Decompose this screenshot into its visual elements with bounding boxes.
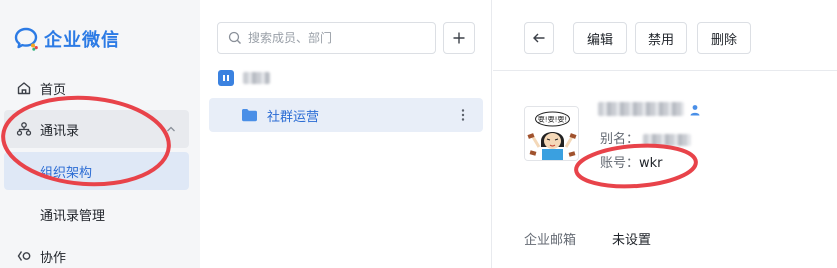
nav-home-label: 首页 xyxy=(40,82,67,98)
home-icon xyxy=(16,80,32,96)
dept-name: 社群运营 xyxy=(267,109,320,125)
email-row: 企业邮箱 未设置 xyxy=(524,229,651,248)
company-name-redacted xyxy=(243,72,270,84)
folder-icon xyxy=(242,109,257,122)
more-vertical-icon[interactable] xyxy=(455,107,471,123)
chevron-up-icon xyxy=(167,126,175,132)
nav-home[interactable]: 首页 xyxy=(4,69,189,107)
nav-contacts-manage-label: 通讯录管理 xyxy=(40,208,106,224)
sidebar: 企业微信 首页 通讯录 组织架构 通讯录管理 协作 xyxy=(0,0,200,268)
person-icon xyxy=(690,105,700,116)
nav-org-structure-label: 组织架构 xyxy=(40,165,93,181)
add-button[interactable] xyxy=(443,22,475,54)
nav-collab-label: 协作 xyxy=(40,250,67,266)
org-tree-panel: 社群运营 xyxy=(200,0,492,268)
org-root[interactable] xyxy=(218,70,270,86)
cartoon-avatar-icon: 耍!耍!耍! xyxy=(525,107,578,160)
company-icon xyxy=(218,70,234,86)
alias-value-redacted xyxy=(643,133,692,146)
divider xyxy=(493,70,837,71)
org-chart-icon xyxy=(16,121,32,137)
plus-icon xyxy=(453,32,465,44)
wecom-logo-icon xyxy=(14,27,38,51)
nav-contacts-manage[interactable]: 通讯录管理 xyxy=(4,195,189,233)
arrow-left-icon xyxy=(533,33,545,43)
member-detail: 编辑 禁用 删除 耍!耍!耍! 别名： 账号：wkr 企业邮箱 未设置 xyxy=(493,0,837,268)
avatar-badge-text: 耍!耍!耍! xyxy=(538,116,567,124)
brand: 企业微信 xyxy=(14,26,120,52)
collab-icon xyxy=(16,248,32,264)
delete-button[interactable]: 删除 xyxy=(697,22,751,54)
account-label: 账号： xyxy=(600,156,640,171)
nav-contacts-label: 通讯录 xyxy=(40,123,80,139)
nav-contacts[interactable]: 通讯录 xyxy=(4,110,189,148)
email-label: 企业邮箱 xyxy=(524,233,577,248)
account-row: 账号：wkr xyxy=(600,152,663,171)
nav-collab[interactable]: 协作 xyxy=(4,237,189,268)
disable-button[interactable]: 禁用 xyxy=(635,22,687,54)
nav-org-structure[interactable]: 组织架构 xyxy=(4,152,189,190)
brand-name: 企业微信 xyxy=(44,30,120,51)
back-button[interactable] xyxy=(524,22,554,54)
search-input[interactable] xyxy=(248,31,418,45)
account-value: wkr xyxy=(639,156,663,171)
avatar: 耍!耍!耍! xyxy=(524,106,579,161)
alias-row: 别名： xyxy=(600,128,692,147)
search-box[interactable] xyxy=(217,22,436,54)
email-value: 未设置 xyxy=(612,233,652,248)
alias-label: 别名： xyxy=(600,132,640,147)
dept-item[interactable]: 社群运营 xyxy=(209,98,483,132)
edit-button[interactable]: 编辑 xyxy=(573,22,627,54)
search-icon xyxy=(228,31,241,44)
member-name-redacted xyxy=(598,102,684,116)
